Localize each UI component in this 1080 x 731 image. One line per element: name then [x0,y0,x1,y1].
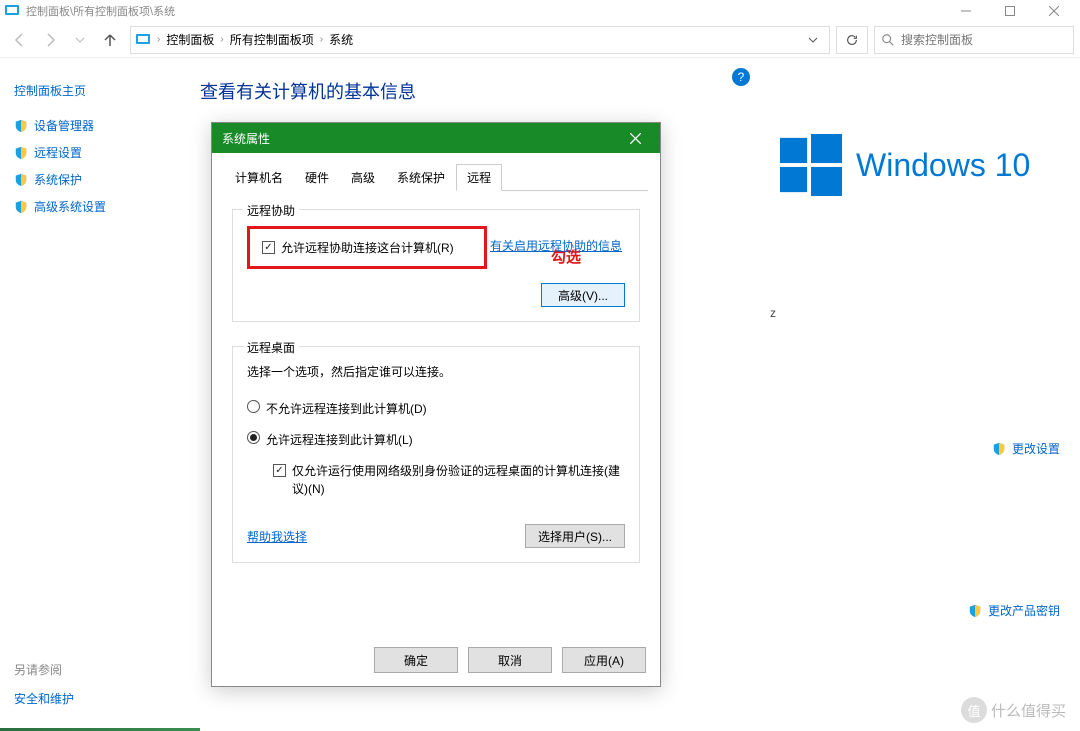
watermark-text: 什么值得买 [991,700,1066,721]
dialog-close-button[interactable] [620,133,650,144]
dialog-footer: 确定 取消 应用(A) [212,636,660,686]
cancel-button[interactable]: 取消 [468,647,552,673]
search-box[interactable] [874,26,1074,54]
breadcrumb-1[interactable]: 所有控制面板项 [226,31,318,48]
nla-only-checkbox-row[interactable]: 仅允许运行使用网络级别身份验证的远程桌面的计算机连接(建议)(N) [273,462,625,498]
search-input[interactable] [901,33,1067,47]
address-bar[interactable]: › 控制面板 › 所有控制面板项 › 系统 [130,26,830,54]
close-button[interactable] [1032,0,1076,22]
sidebar-label: 系统保护 [34,171,82,188]
sidebar-item-remote-settings[interactable]: 远程设置 [14,144,176,161]
ok-button[interactable]: 确定 [374,647,458,673]
sidebar-item-advanced-settings[interactable]: 高级系统设置 [14,198,176,215]
chevron-right-icon[interactable]: › [218,34,225,45]
system-icon [135,32,151,48]
shield-icon [14,200,28,214]
refresh-button[interactable] [836,26,868,54]
shield-icon [992,442,1006,456]
select-users-button[interactable]: 选择用户(S)... [525,524,625,548]
system-properties-dialog: 系统属性 计算机名 硬件 高级 系统保护 远程 远程协助 允许远程协助连接这台计… [211,122,661,687]
nla-only-checkbox[interactable] [273,464,286,477]
sidebar: 控制面板主页 设备管理器 远程设置 系统保护 高级系统设置 另请参阅 安全和维护 [0,58,190,731]
tab-hardware[interactable]: 硬件 [294,164,340,191]
navigation-toolbar: › 控制面板 › 所有控制面板项 › 系统 [0,22,1080,58]
remote-tab-panel: 远程协助 允许远程协助连接这台计算机(R) 勾选 有关启用远程协助的信息 高级(… [224,191,648,563]
shield-icon [14,119,28,133]
sidebar-item-device-manager[interactable]: 设备管理器 [14,117,176,134]
security-maintenance-link[interactable]: 安全和维护 [14,692,74,706]
back-button[interactable] [6,26,34,54]
tab-computer-name[interactable]: 计算机名 [224,164,294,191]
forward-button[interactable] [36,26,64,54]
page-title: 查看有关计算机的基本信息 [200,78,760,104]
sidebar-label: 设备管理器 [34,117,94,134]
checkbox-label: 仅允许运行使用网络级别身份验证的远程桌面的计算机连接(建议)(N) [292,462,625,498]
shield-icon [968,604,982,618]
close-icon [630,133,641,144]
link-label: 更改设置 [1012,440,1060,457]
windows-brand: Windows 10 [780,134,1060,196]
shield-icon [14,173,28,187]
refresh-icon [845,33,859,47]
tab-advanced[interactable]: 高级 [340,164,386,191]
radio-label: 允许远程连接到此计算机(L) [266,431,413,448]
control-panel-icon [4,3,20,19]
tab-system-protection[interactable]: 系统保护 [386,164,456,191]
window-title: 控制面板\所有控制面板项\系统 [26,3,175,19]
window-titlebar: 控制面板\所有控制面板项\系统 [0,0,1080,22]
tab-remote[interactable]: 远程 [456,164,502,191]
apply-button[interactable]: 应用(A) [562,647,646,673]
recent-dropdown[interactable] [66,26,94,54]
shield-icon [14,146,28,160]
chevron-right-icon[interactable]: › [155,34,162,45]
sidebar-label: 高级系统设置 [34,198,106,215]
see-also-section: 另请参阅 安全和维护 [14,661,74,707]
help-icon[interactable]: ? [732,68,750,86]
watermark: 值 什么值得买 [961,697,1066,723]
radio-allow-remote[interactable]: 允许远程连接到此计算机(L) [247,431,625,448]
watermark-icon: 值 [961,697,987,723]
change-product-key-link[interactable]: 更改产品密钥 [780,602,1060,619]
dialog-title: 系统属性 [222,130,620,147]
help-me-choose-link[interactable]: 帮助我选择 [247,528,307,545]
windows-logo-icon [780,134,842,196]
checkbox-label: 允许远程协助连接这台计算机(R) [281,239,454,256]
chevron-right-icon[interactable]: › [318,34,325,45]
see-also-label: 另请参阅 [14,661,74,678]
tab-strip: 计算机名 硬件 高级 系统保护 远程 [224,163,648,191]
radio-label: 不允许远程连接到此计算机(D) [266,400,427,417]
remote-desktop-group: 远程桌面 选择一个选项，然后指定谁可以连接。 不允许远程连接到此计算机(D) 允… [232,346,640,563]
dialog-titlebar[interactable]: 系统属性 [212,123,660,153]
breadcrumb-0[interactable]: 控制面板 [162,31,218,48]
windows-brand-text: Windows 10 [856,147,1030,184]
sidebar-item-system-protection[interactable]: 系统保护 [14,171,176,188]
sidebar-label: 远程设置 [34,144,82,161]
radio-button[interactable] [247,431,260,444]
truncated-text: z [770,306,1060,320]
allow-remote-assistance-checkbox[interactable] [262,241,275,254]
remote-assistance-group: 远程协助 允许远程协助连接这台计算机(R) 勾选 有关启用远程协助的信息 高级(… [232,209,640,322]
group-title: 远程协助 [243,202,299,219]
check-annotation-text: 勾选 [551,246,581,267]
change-settings-link[interactable]: 更改设置 [780,440,1060,457]
group-description: 选择一个选项，然后指定谁可以连接。 [247,363,625,380]
link-label: 更改产品密钥 [988,602,1060,619]
advanced-button[interactable]: 高级(V)... [541,283,625,307]
breadcrumb-2[interactable]: 系统 [325,31,357,48]
radio-disallow-remote[interactable]: 不允许远程连接到此计算机(D) [247,400,625,417]
minimize-button[interactable] [944,0,988,22]
group-title: 远程桌面 [243,339,299,356]
highlight-annotation-box: 允许远程协助连接这台计算机(R) [247,226,487,269]
search-icon [881,33,895,47]
address-dropdown[interactable] [801,28,825,52]
control-panel-home-link[interactable]: 控制面板主页 [14,82,176,99]
up-button[interactable] [96,26,124,54]
maximize-button[interactable] [988,0,1032,22]
radio-button[interactable] [247,400,260,413]
right-column: Windows 10 z 更改设置 更改产品密钥 [770,58,1080,731]
